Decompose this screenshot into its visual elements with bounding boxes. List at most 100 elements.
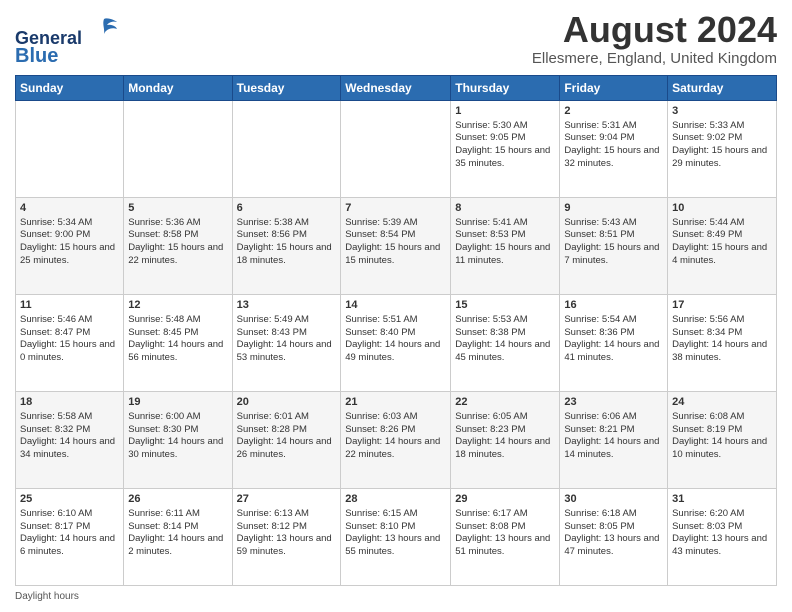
day-info: Sunset: 8:05 PM (564, 521, 663, 534)
day-number: 10 (672, 201, 772, 216)
day-number: 14 (345, 298, 446, 313)
day-info: Sunrise: 5:41 AM (455, 217, 555, 230)
day-number: 17 (672, 298, 772, 313)
day-number: 31 (672, 492, 772, 507)
day-info: Daylight: 14 hours and 30 minutes. (128, 436, 227, 462)
calendar-header-row: Sunday Monday Tuesday Wednesday Thursday… (16, 75, 777, 100)
day-info: Sunset: 8:26 PM (345, 424, 446, 437)
day-info: Daylight: 14 hours and 6 minutes. (20, 533, 119, 559)
col-wednesday: Wednesday (341, 75, 451, 100)
day-number: 12 (128, 298, 227, 313)
table-row: 25Sunrise: 6:10 AMSunset: 8:17 PMDayligh… (16, 488, 124, 585)
day-number: 5 (128, 201, 227, 216)
day-number: 20 (237, 395, 337, 410)
day-info: Daylight: 13 hours and 47 minutes. (564, 533, 663, 559)
day-info: Sunrise: 6:10 AM (20, 508, 119, 521)
day-info: Daylight: 15 hours and 22 minutes. (128, 242, 227, 268)
calendar-week-row: 25Sunrise: 6:10 AMSunset: 8:17 PMDayligh… (16, 488, 777, 585)
logo: General Blue (15, 10, 119, 67)
day-info: Daylight: 13 hours and 43 minutes. (672, 533, 772, 559)
day-info: Sunrise: 6:13 AM (237, 508, 337, 521)
footer: Daylight hours (15, 591, 777, 602)
day-info: Sunset: 8:38 PM (455, 327, 555, 340)
table-row: 29Sunrise: 6:17 AMSunset: 8:08 PMDayligh… (451, 488, 560, 585)
table-row: 13Sunrise: 5:49 AMSunset: 8:43 PMDayligh… (232, 294, 341, 391)
day-info: Sunrise: 5:30 AM (455, 120, 555, 133)
day-info: Sunrise: 5:49 AM (237, 314, 337, 327)
table-row: 30Sunrise: 6:18 AMSunset: 8:05 PMDayligh… (560, 488, 668, 585)
main-title: August 2024 (532, 10, 777, 50)
day-number: 28 (345, 492, 446, 507)
day-info: Sunrise: 6:18 AM (564, 508, 663, 521)
calendar-table: Sunday Monday Tuesday Wednesday Thursday… (15, 75, 777, 586)
day-info: Sunrise: 6:03 AM (345, 411, 446, 424)
day-info: Sunset: 8:03 PM (672, 521, 772, 534)
day-info: Sunset: 8:36 PM (564, 327, 663, 340)
day-info: Sunrise: 5:48 AM (128, 314, 227, 327)
day-info: Daylight: 14 hours and 38 minutes. (672, 339, 772, 365)
table-row: 5Sunrise: 5:36 AMSunset: 8:58 PMDaylight… (124, 197, 232, 294)
day-info: Daylight: 15 hours and 4 minutes. (672, 242, 772, 268)
table-row: 12Sunrise: 5:48 AMSunset: 8:45 PMDayligh… (124, 294, 232, 391)
col-monday: Monday (124, 75, 232, 100)
day-info: Daylight: 15 hours and 18 minutes. (237, 242, 337, 268)
day-number: 30 (564, 492, 663, 507)
logo-bird-icon (89, 14, 119, 44)
table-row: 31Sunrise: 6:20 AMSunset: 8:03 PMDayligh… (668, 488, 777, 585)
day-number: 15 (455, 298, 555, 313)
day-info: Daylight: 15 hours and 35 minutes. (455, 145, 555, 171)
day-info: Sunrise: 5:46 AM (20, 314, 119, 327)
day-info: Sunset: 8:56 PM (237, 229, 337, 242)
day-info: Daylight: 15 hours and 7 minutes. (564, 242, 663, 268)
day-info: Sunset: 8:14 PM (128, 521, 227, 534)
day-info: Sunset: 8:12 PM (237, 521, 337, 534)
table-row: 16Sunrise: 5:54 AMSunset: 8:36 PMDayligh… (560, 294, 668, 391)
logo-text: General (15, 14, 119, 49)
day-number: 3 (672, 104, 772, 119)
day-number: 23 (564, 395, 663, 410)
day-info: Sunset: 8:19 PM (672, 424, 772, 437)
footer-label: Daylight hours (15, 591, 79, 602)
day-number: 2 (564, 104, 663, 119)
calendar-week-row: 18Sunrise: 5:58 AMSunset: 8:32 PMDayligh… (16, 391, 777, 488)
day-info: Sunset: 8:47 PM (20, 327, 119, 340)
table-row: 19Sunrise: 6:00 AMSunset: 8:30 PMDayligh… (124, 391, 232, 488)
day-info: Sunrise: 6:20 AM (672, 508, 772, 521)
day-info: Sunset: 8:40 PM (345, 327, 446, 340)
day-info: Sunset: 8:58 PM (128, 229, 227, 242)
day-info: Sunrise: 6:06 AM (564, 411, 663, 424)
subtitle: Ellesmere, England, United Kingdom (532, 50, 777, 67)
day-info: Sunrise: 6:17 AM (455, 508, 555, 521)
col-thursday: Thursday (451, 75, 560, 100)
col-saturday: Saturday (668, 75, 777, 100)
day-info: Sunrise: 6:05 AM (455, 411, 555, 424)
page: General Blue August 2024 Ellesmere, Engl… (0, 0, 792, 612)
day-number: 19 (128, 395, 227, 410)
day-info: Sunset: 8:30 PM (128, 424, 227, 437)
table-row: 9Sunrise: 5:43 AMSunset: 8:51 PMDaylight… (560, 197, 668, 294)
table-row: 3Sunrise: 5:33 AMSunset: 9:02 PMDaylight… (668, 100, 777, 197)
calendar-week-row: 4Sunrise: 5:34 AMSunset: 9:00 PMDaylight… (16, 197, 777, 294)
day-info: Sunset: 9:04 PM (564, 132, 663, 145)
day-info: Sunset: 9:00 PM (20, 229, 119, 242)
day-number: 6 (237, 201, 337, 216)
day-info: Daylight: 14 hours and 45 minutes. (455, 339, 555, 365)
table-row: 17Sunrise: 5:56 AMSunset: 8:34 PMDayligh… (668, 294, 777, 391)
table-row: 14Sunrise: 5:51 AMSunset: 8:40 PMDayligh… (341, 294, 451, 391)
title-section: August 2024 Ellesmere, England, United K… (532, 10, 777, 67)
day-info: Sunrise: 5:36 AM (128, 217, 227, 230)
day-info: Sunrise: 5:53 AM (455, 314, 555, 327)
day-info: Daylight: 14 hours and 2 minutes. (128, 533, 227, 559)
day-info: Sunrise: 5:43 AM (564, 217, 663, 230)
day-info: Sunrise: 5:38 AM (237, 217, 337, 230)
day-info: Daylight: 14 hours and 10 minutes. (672, 436, 772, 462)
table-row: 6Sunrise: 5:38 AMSunset: 8:56 PMDaylight… (232, 197, 341, 294)
day-info: Daylight: 14 hours and 14 minutes. (564, 436, 663, 462)
day-info: Sunset: 8:28 PM (237, 424, 337, 437)
day-info: Sunset: 8:32 PM (20, 424, 119, 437)
day-info: Sunset: 8:34 PM (672, 327, 772, 340)
day-info: Sunrise: 5:34 AM (20, 217, 119, 230)
day-info: Daylight: 15 hours and 25 minutes. (20, 242, 119, 268)
day-info: Daylight: 14 hours and 53 minutes. (237, 339, 337, 365)
col-tuesday: Tuesday (232, 75, 341, 100)
